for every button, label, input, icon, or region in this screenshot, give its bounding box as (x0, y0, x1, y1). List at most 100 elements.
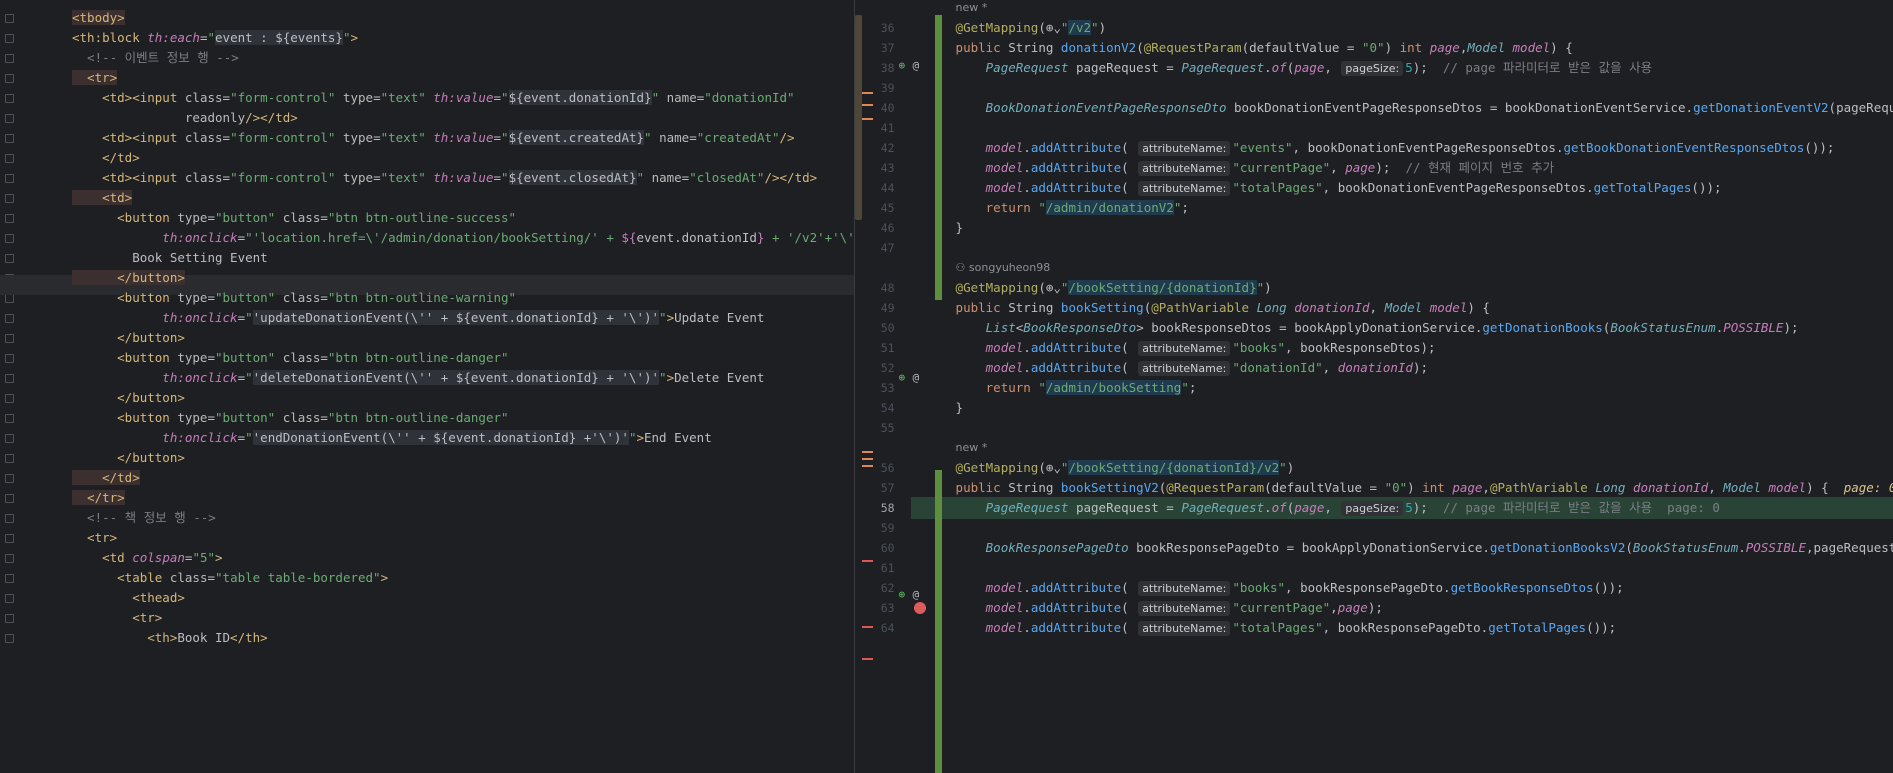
code-line[interactable]: <tbody> (72, 8, 854, 28)
code-line[interactable]: model.addAttribute( attributeName: "books… (956, 578, 1893, 598)
fold-marker-icon[interactable] (5, 554, 14, 563)
fold-marker-icon[interactable] (5, 494, 14, 503)
fold-marker-icon[interactable] (5, 394, 14, 403)
line-number[interactable]: 64 (855, 618, 895, 638)
code-line[interactable]: <td colspan="5"> (72, 548, 854, 568)
left-fold-gutter[interactable] (0, 0, 22, 773)
fold-marker-icon[interactable] (5, 114, 14, 123)
fold-marker-icon[interactable] (5, 514, 14, 523)
line-number[interactable]: 45 (855, 198, 895, 218)
line-number[interactable]: 57 (855, 478, 895, 498)
fold-marker-icon[interactable] (5, 194, 14, 203)
code-line[interactable]: th:onclick="'updateDonationEvent(\'' + $… (72, 308, 854, 328)
code-line[interactable]: </tr> (72, 488, 854, 508)
code-line[interactable]: <td><input class="form-control" type="te… (72, 128, 854, 148)
fold-marker-icon[interactable] (5, 134, 14, 143)
line-number[interactable]: 42 (855, 138, 895, 158)
line-number[interactable]: 59 (855, 518, 895, 538)
line-number[interactable]: 50 (855, 318, 895, 338)
fold-marker-icon[interactable] (5, 214, 14, 223)
code-line[interactable]: Book Setting Event (72, 248, 854, 268)
code-line[interactable]: <tr> (72, 608, 854, 628)
code-line[interactable]: } (956, 398, 1893, 418)
code-line[interactable]: </td> (72, 148, 854, 168)
code-line[interactable]: </td> (72, 468, 854, 488)
breakpoint-icon[interactable] (913, 602, 926, 614)
code-line[interactable]: th:onclick="'location.href=\'/admin/dona… (72, 228, 853, 248)
fold-marker-icon[interactable] (5, 54, 14, 63)
code-line[interactable]: BookResponsePageDto bookResponsePageDto … (956, 538, 1893, 558)
code-line[interactable]: </button> (72, 448, 854, 468)
code-author-hint[interactable]: ⚇ songyuheon98 (956, 258, 1051, 278)
fold-marker-icon[interactable] (5, 314, 14, 323)
line-number[interactable]: 58 (855, 498, 895, 518)
fold-marker-icon[interactable] (5, 594, 14, 603)
line-number[interactable]: 53 (855, 378, 895, 398)
line-number[interactable]: 55 (855, 418, 895, 438)
code-line[interactable]: <!-- 이벤트 정보 행 --> (72, 48, 854, 68)
code-line[interactable]: PageRequest pageRequest = PageRequest.of… (956, 58, 1893, 78)
line-number[interactable]: 39 (855, 78, 895, 98)
code-line[interactable]: th:onclick="'endDonationEvent(\'' + ${ev… (72, 428, 854, 448)
annotation-icon[interactable]: @ (913, 56, 920, 76)
line-number[interactable]: 52 (855, 358, 895, 378)
code-line[interactable]: return "/admin/bookSetting"; (956, 378, 1893, 398)
annotation-icon[interactable]: @ (913, 368, 920, 388)
fold-marker-icon[interactable] (5, 374, 14, 383)
line-number[interactable]: 54 (855, 398, 895, 418)
line-number[interactable]: 60 (855, 538, 895, 558)
line-number[interactable]: 47 (855, 238, 895, 258)
line-number-gutter[interactable]: 36 37 38 39 40 41 42 43 44 45 46 47 48 49 50 51 52 53 54 55… (855, 0, 905, 773)
line-number[interactable]: 38 (855, 58, 895, 78)
code-line[interactable]: return "/admin/donationV2"; (956, 198, 1893, 218)
fold-marker-icon[interactable] (5, 434, 14, 443)
fold-marker-icon[interactable] (5, 454, 14, 463)
line-number[interactable]: 51 (855, 338, 895, 358)
code-line[interactable]: readonly/></td> (72, 108, 854, 128)
fold-marker-icon[interactable] (5, 254, 14, 263)
fold-marker-icon[interactable] (5, 414, 14, 423)
code-line[interactable] (956, 78, 1893, 98)
code-line[interactable]: <td><input class="form-control" type="te… (72, 168, 854, 188)
line-number[interactable]: 61 (855, 558, 895, 578)
line-number[interactable]: 41 (855, 118, 895, 138)
line-number[interactable]: 43 (855, 158, 895, 178)
line-number[interactable]: 36 (855, 18, 895, 38)
fold-marker-icon[interactable] (5, 634, 14, 643)
code-author-hint[interactable]: new * (956, 438, 988, 458)
fold-marker-icon[interactable] (5, 74, 14, 83)
fold-marker-icon[interactable] (5, 34, 14, 43)
code-line[interactable]: </button> (72, 388, 854, 408)
code-line[interactable]: <button type="button" class="btn btn-out… (72, 348, 854, 368)
code-line[interactable]: @GetMapping(⊕⌄"/v2") (956, 18, 1893, 38)
fold-marker-icon[interactable] (5, 534, 14, 543)
line-number[interactable]: 46 (855, 218, 895, 238)
code-line[interactable]: PageRequest pageRequest = PageRequest.of… (956, 498, 1893, 518)
fold-marker-icon[interactable] (5, 14, 14, 23)
code-line[interactable]: th:onclick="'deleteDonationEvent(\'' + $… (72, 368, 854, 388)
code-line[interactable]: model.addAttribute( attributeName: "event… (956, 138, 1893, 158)
code-line[interactable]: model.addAttribute( attributeName: "curre… (956, 158, 1893, 178)
code-line[interactable] (956, 518, 1893, 538)
line-number[interactable]: 63 (855, 598, 895, 618)
code-line[interactable]: public String bookSettingV2(@RequestPara… (956, 478, 1893, 498)
code-line[interactable]: model.addAttribute( attributeName: "total… (956, 618, 1893, 638)
code-line[interactable]: <td><input class="form-control" type="te… (72, 88, 854, 108)
code-line[interactable]: <button type="button" class="btn btn-out… (72, 288, 854, 308)
code-line[interactable]: model.addAttribute( attributeName: "books… (956, 338, 1893, 358)
code-line[interactable]: <th>Book ID</th> (72, 628, 854, 648)
fold-marker-icon[interactable] (5, 294, 14, 303)
code-line[interactable]: } (956, 218, 1893, 238)
code-line[interactable]: public String bookSetting(@PathVariable … (956, 298, 1893, 318)
spring-endpoint-icon[interactable]: ⊕ (899, 585, 906, 605)
code-author-hint[interactable]: new * (956, 0, 988, 18)
code-line[interactable]: List<BookResponseDto> bookResponseDtos =… (956, 318, 1893, 338)
code-line[interactable]: model.addAttribute( attributeName: "total… (956, 178, 1893, 198)
line-number[interactable]: 62 (855, 578, 895, 598)
fold-marker-icon[interactable] (5, 614, 14, 623)
code-line[interactable]: <tr> (72, 68, 854, 88)
line-number[interactable]: 48 (855, 278, 895, 298)
fold-marker-icon[interactable] (5, 174, 14, 183)
fold-marker-icon[interactable] (5, 474, 14, 483)
line-number[interactable]: 37 (855, 38, 895, 58)
